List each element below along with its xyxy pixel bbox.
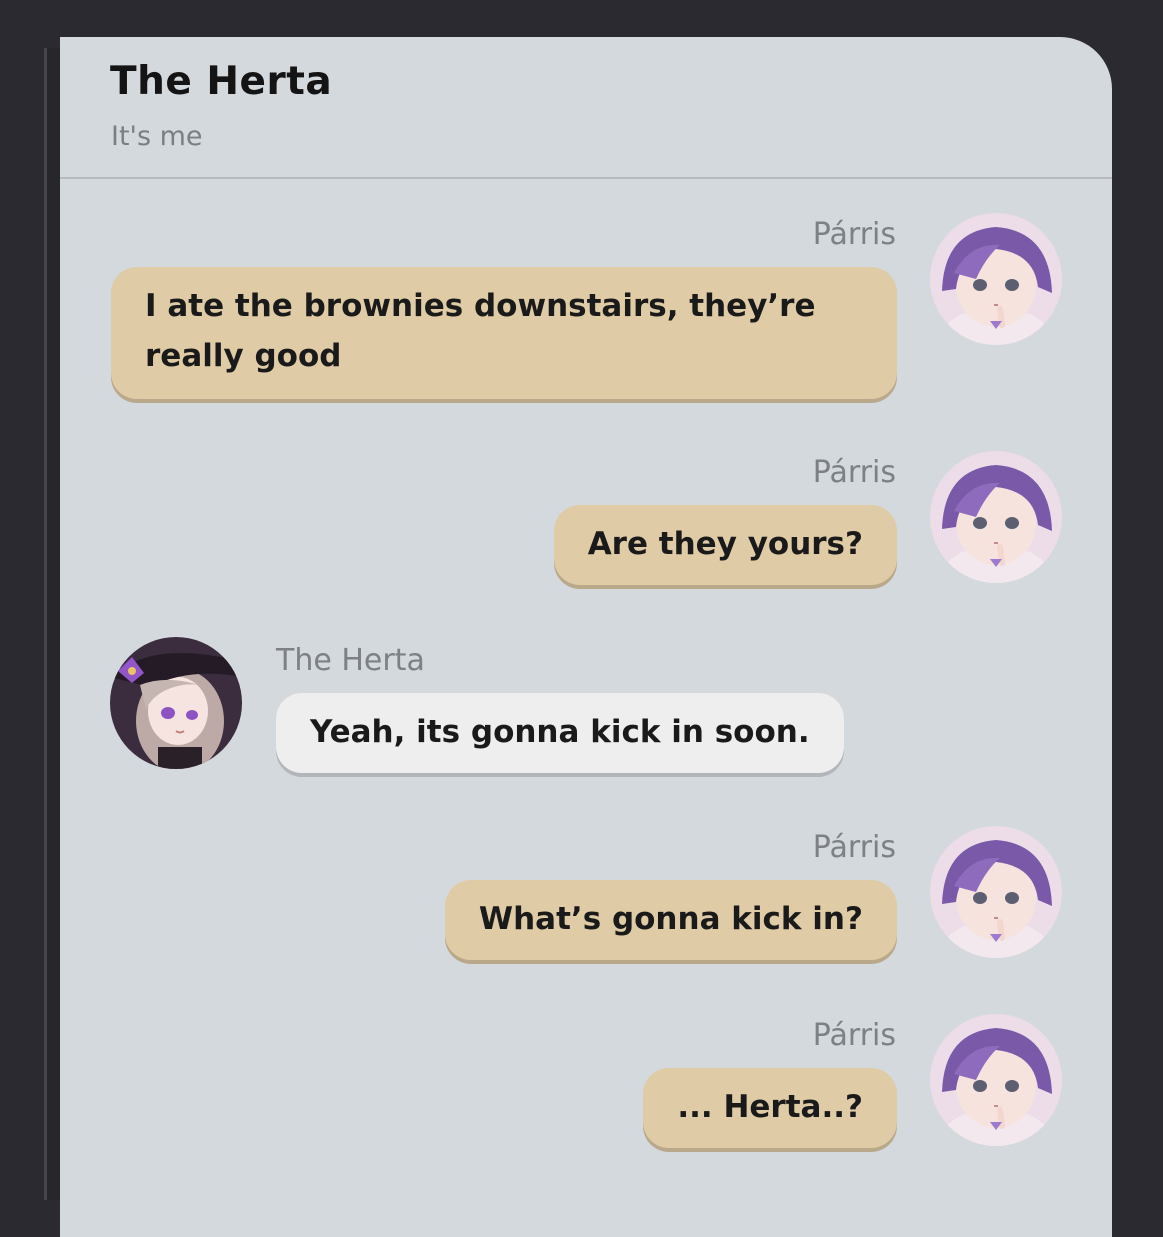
- message-row: Párris What’s gonna kick in?: [60, 826, 1112, 966]
- parris-avatar[interactable]: [930, 213, 1062, 345]
- chat-title: The Herta: [110, 59, 333, 104]
- message-row: Párris Are they yours?: [60, 451, 1112, 591]
- message-row: The Herta Yeah, its gonna kick in soon.: [60, 637, 1112, 777]
- message-bubble[interactable]: I ate the brownies downstairs, they’re r…: [111, 267, 897, 399]
- parris-avatar[interactable]: [930, 451, 1062, 583]
- message-bubble[interactable]: Are they yours?: [553, 505, 897, 585]
- message-row: Párris ... Herta..?: [60, 1014, 1112, 1154]
- sender-name: Párris: [812, 1018, 896, 1053]
- side-edge: [44, 48, 60, 1200]
- message-row: Párris I ate the brownies downstairs, th…: [60, 213, 1112, 413]
- chat-header: The Herta It's me: [60, 37, 1112, 179]
- parris-avatar[interactable]: [930, 1014, 1062, 1146]
- chat-panel: The Herta It's me Párris I ate the brown…: [60, 37, 1112, 1237]
- message-bubble[interactable]: Yeah, its gonna kick in soon.: [276, 693, 844, 773]
- parris-avatar[interactable]: [930, 826, 1062, 958]
- sender-name: The Herta: [276, 643, 425, 678]
- chat-status: It's me: [111, 121, 203, 152]
- sender-name: Párris: [812, 830, 896, 865]
- message-bubble[interactable]: What’s gonna kick in?: [444, 880, 897, 960]
- sender-name: Párris: [812, 455, 896, 490]
- herta-avatar[interactable]: [110, 637, 242, 769]
- message-bubble[interactable]: ... Herta..?: [643, 1068, 897, 1148]
- sender-name: Párris: [812, 217, 896, 252]
